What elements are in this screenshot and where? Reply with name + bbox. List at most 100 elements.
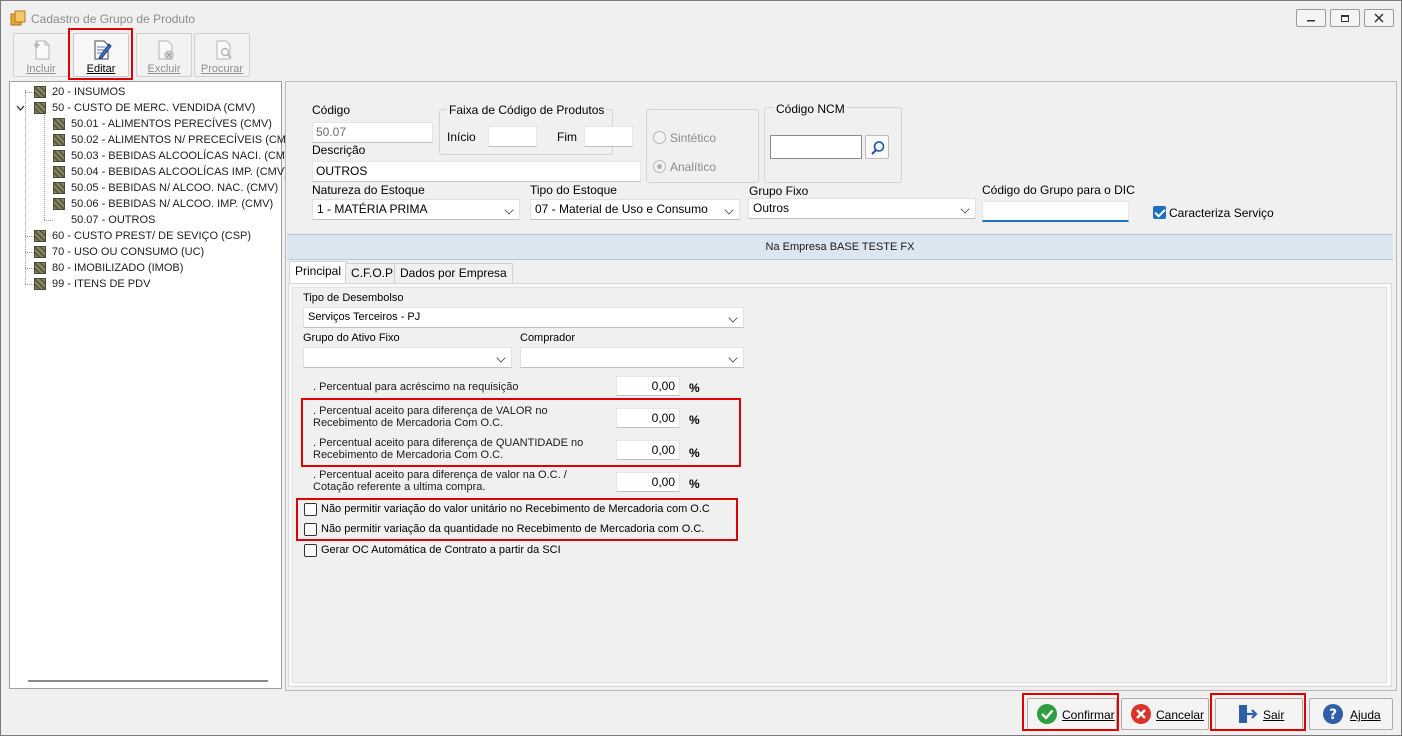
tab-principal[interactable]: Principal [289, 261, 348, 284]
tree-item[interactable]: 50 - CUSTO DE MERC. VENDIDA (CMV) [10, 100, 280, 116]
pct1-field[interactable]: 0,00 [616, 376, 680, 396]
excluir-button[interactable]: Excluir [136, 33, 192, 77]
descricao-field[interactable]: OUTROS [312, 161, 641, 182]
highlight-checkboxes [296, 498, 738, 541]
horizontal-scrollbar[interactable] [28, 680, 268, 682]
grupo-fixo-value: Outros [753, 201, 790, 215]
excluir-label: Excluir [147, 63, 181, 75]
highlight-sair [1210, 693, 1306, 731]
descricao-label: Descrição [312, 143, 366, 157]
highlight-editar [68, 28, 133, 80]
tree-item[interactable]: 99 - ITENS DE PDV [10, 276, 280, 292]
delete-document-icon [158, 40, 174, 60]
group-icon [34, 102, 46, 114]
group-icon [34, 86, 46, 98]
caracteriza-checkbox[interactable] [1153, 206, 1166, 219]
grupo-fixo-label: Grupo Fixo [749, 184, 809, 198]
ncm-field[interactable] [770, 135, 862, 159]
analitico-radio[interactable] [653, 160, 666, 173]
svg-text:?: ? [1329, 707, 1337, 723]
ajuda-button[interactable]: ? Ajuda [1309, 698, 1393, 730]
sintetico-radio[interactable] [653, 131, 666, 144]
procurar-label: Procurar [200, 63, 244, 75]
incluir-label: Incluir [26, 63, 56, 75]
chevron-down-icon[interactable] [16, 104, 25, 112]
tree-item[interactable]: 50.01 - ALIMENTOS PERECÍVES (CMV) [10, 116, 280, 132]
natureza-select[interactable]: 1 - MATÉRIA PRIMA [312, 199, 520, 220]
inicio-field[interactable] [488, 126, 537, 147]
highlight-percentuais [301, 398, 741, 467]
header-form: Código 50.07 Descrição OUTROS Faixa de C… [287, 83, 1393, 233]
minimize-button[interactable] [1296, 9, 1326, 27]
cancel-circle-icon [1131, 704, 1151, 724]
tree-item-selected[interactable]: 50.07 - OUTROS [10, 212, 280, 228]
tree-item[interactable]: 50.04 - BEBIDAS ALCOOLÍCAS IMP. (CMV) [10, 164, 288, 180]
chevron-down-icon [728, 313, 738, 323]
tree-item[interactable]: 60 - CUSTO PREST/ DE SEVIÇO (CSP) [10, 228, 280, 244]
group-tree[interactable]: 20 - INSUMOS 50 - CUSTO DE MERC. VENDIDA… [9, 81, 293, 689]
toolbar: Incluir Editar Excluir Procurar [1, 28, 1401, 80]
tree-item[interactable]: 50.02 - ALIMENTOS N/ PRECECÍVEIS (CMV [10, 132, 293, 148]
procurar-button[interactable]: Procurar [194, 33, 250, 77]
cancelar-button[interactable]: Cancelar [1121, 698, 1209, 730]
incluir-button[interactable]: Incluir [13, 33, 69, 77]
ncm-label: Código NCM [774, 102, 847, 116]
desembolso-value: Serviços Terceiros - PJ [308, 311, 421, 323]
company-bar: Na Empresa BASE TESTE FX [287, 234, 1393, 260]
faixa-label: Faixa de Código de Produtos [447, 103, 607, 117]
sintetico-label: Sintético [670, 131, 717, 145]
natureza-value: 1 - MATÉRIA PRIMA [317, 202, 428, 216]
group-icon [53, 134, 65, 146]
tree-item[interactable]: 50.05 - BEBIDAS N/ ALCOO. NAC. (CMV) [10, 180, 280, 196]
pct1-sign: % [689, 381, 700, 395]
title-bar: Cadastro de Grupo de Produto [1, 1, 1401, 35]
natureza-label: Natureza do Estoque [312, 183, 425, 197]
restore-icon [1341, 15, 1349, 22]
desembolso-select[interactable]: Serviços Terceiros - PJ [303, 307, 744, 328]
group-icon [34, 262, 46, 274]
tab-content: Tipo de Desembolso Serviços Terceiros - … [288, 283, 1392, 687]
chevron-down-icon [504, 205, 514, 215]
window-title: Cadastro de Grupo de Produto [31, 12, 196, 26]
tab-cfop[interactable]: C.F.O.P [345, 263, 400, 283]
pct4-field[interactable]: 0,00 [616, 472, 680, 492]
new-document-icon [34, 40, 50, 60]
ativo-select[interactable] [303, 347, 512, 368]
chevron-down-icon [728, 353, 738, 363]
tree-item[interactable]: 80 - IMOBILIZADO (IMOB) [10, 260, 280, 276]
tab-dados-empresa[interactable]: Dados por Empresa [394, 263, 513, 283]
group-icon [53, 198, 65, 210]
tree-item[interactable]: 70 - USO OU CONSUMO (UC) [10, 244, 280, 260]
codigo-field[interactable]: 50.07 [312, 122, 433, 143]
group-icon [53, 118, 65, 130]
chevron-down-icon [960, 204, 970, 214]
pct4-label-line2: Cotação referente a ultima compra. [313, 481, 486, 493]
dic-field[interactable] [982, 201, 1129, 222]
tipo-estoque-label: Tipo do Estoque [530, 183, 617, 197]
caracteriza-label: Caracteriza Serviço [1169, 206, 1274, 220]
tipo-estoque-select[interactable]: 07 - Material de Uso e Consumo [530, 199, 740, 220]
tree-item[interactable]: 20 - INSUMOS [10, 84, 280, 100]
pct4-label-line1: . Percentual aceito para diferença de va… [313, 469, 567, 481]
grupo-fixo-select[interactable]: Outros [748, 198, 976, 219]
ncm-search-button[interactable] [865, 135, 889, 159]
desembolso-label: Tipo de Desembolso [303, 292, 404, 304]
tree-item[interactable]: 50.06 - BEBIDAS N/ ALCOO. IMP. (CMV) [10, 196, 280, 212]
close-icon [1374, 13, 1384, 23]
close-button[interactable] [1364, 9, 1394, 27]
principal-panel: Tipo de Desembolso Serviços Terceiros - … [292, 287, 1387, 683]
ativo-label: Grupo do Ativo Fixo [303, 332, 400, 344]
tree-item[interactable]: 50.03 - BEBIDAS ALCOOLÍCAS NACI. (CMV [10, 148, 292, 164]
comprador-select[interactable] [520, 347, 744, 368]
search-document-icon [216, 40, 232, 60]
maximize-button[interactable] [1330, 9, 1360, 27]
tipo-estoque-value: 07 - Material de Uso e Consumo [535, 202, 708, 216]
group-icon [53, 150, 65, 162]
search-icon [871, 141, 885, 155]
group-icon [34, 278, 46, 290]
help-icon: ? [1323, 704, 1343, 724]
detail-panel: Código 50.07 Descrição OUTROS Faixa de C… [285, 81, 1397, 691]
chk-gerar-oc[interactable] [304, 544, 317, 557]
fim-field[interactable] [584, 126, 633, 147]
dic-label: Código do Grupo para o DIC [982, 183, 1135, 197]
